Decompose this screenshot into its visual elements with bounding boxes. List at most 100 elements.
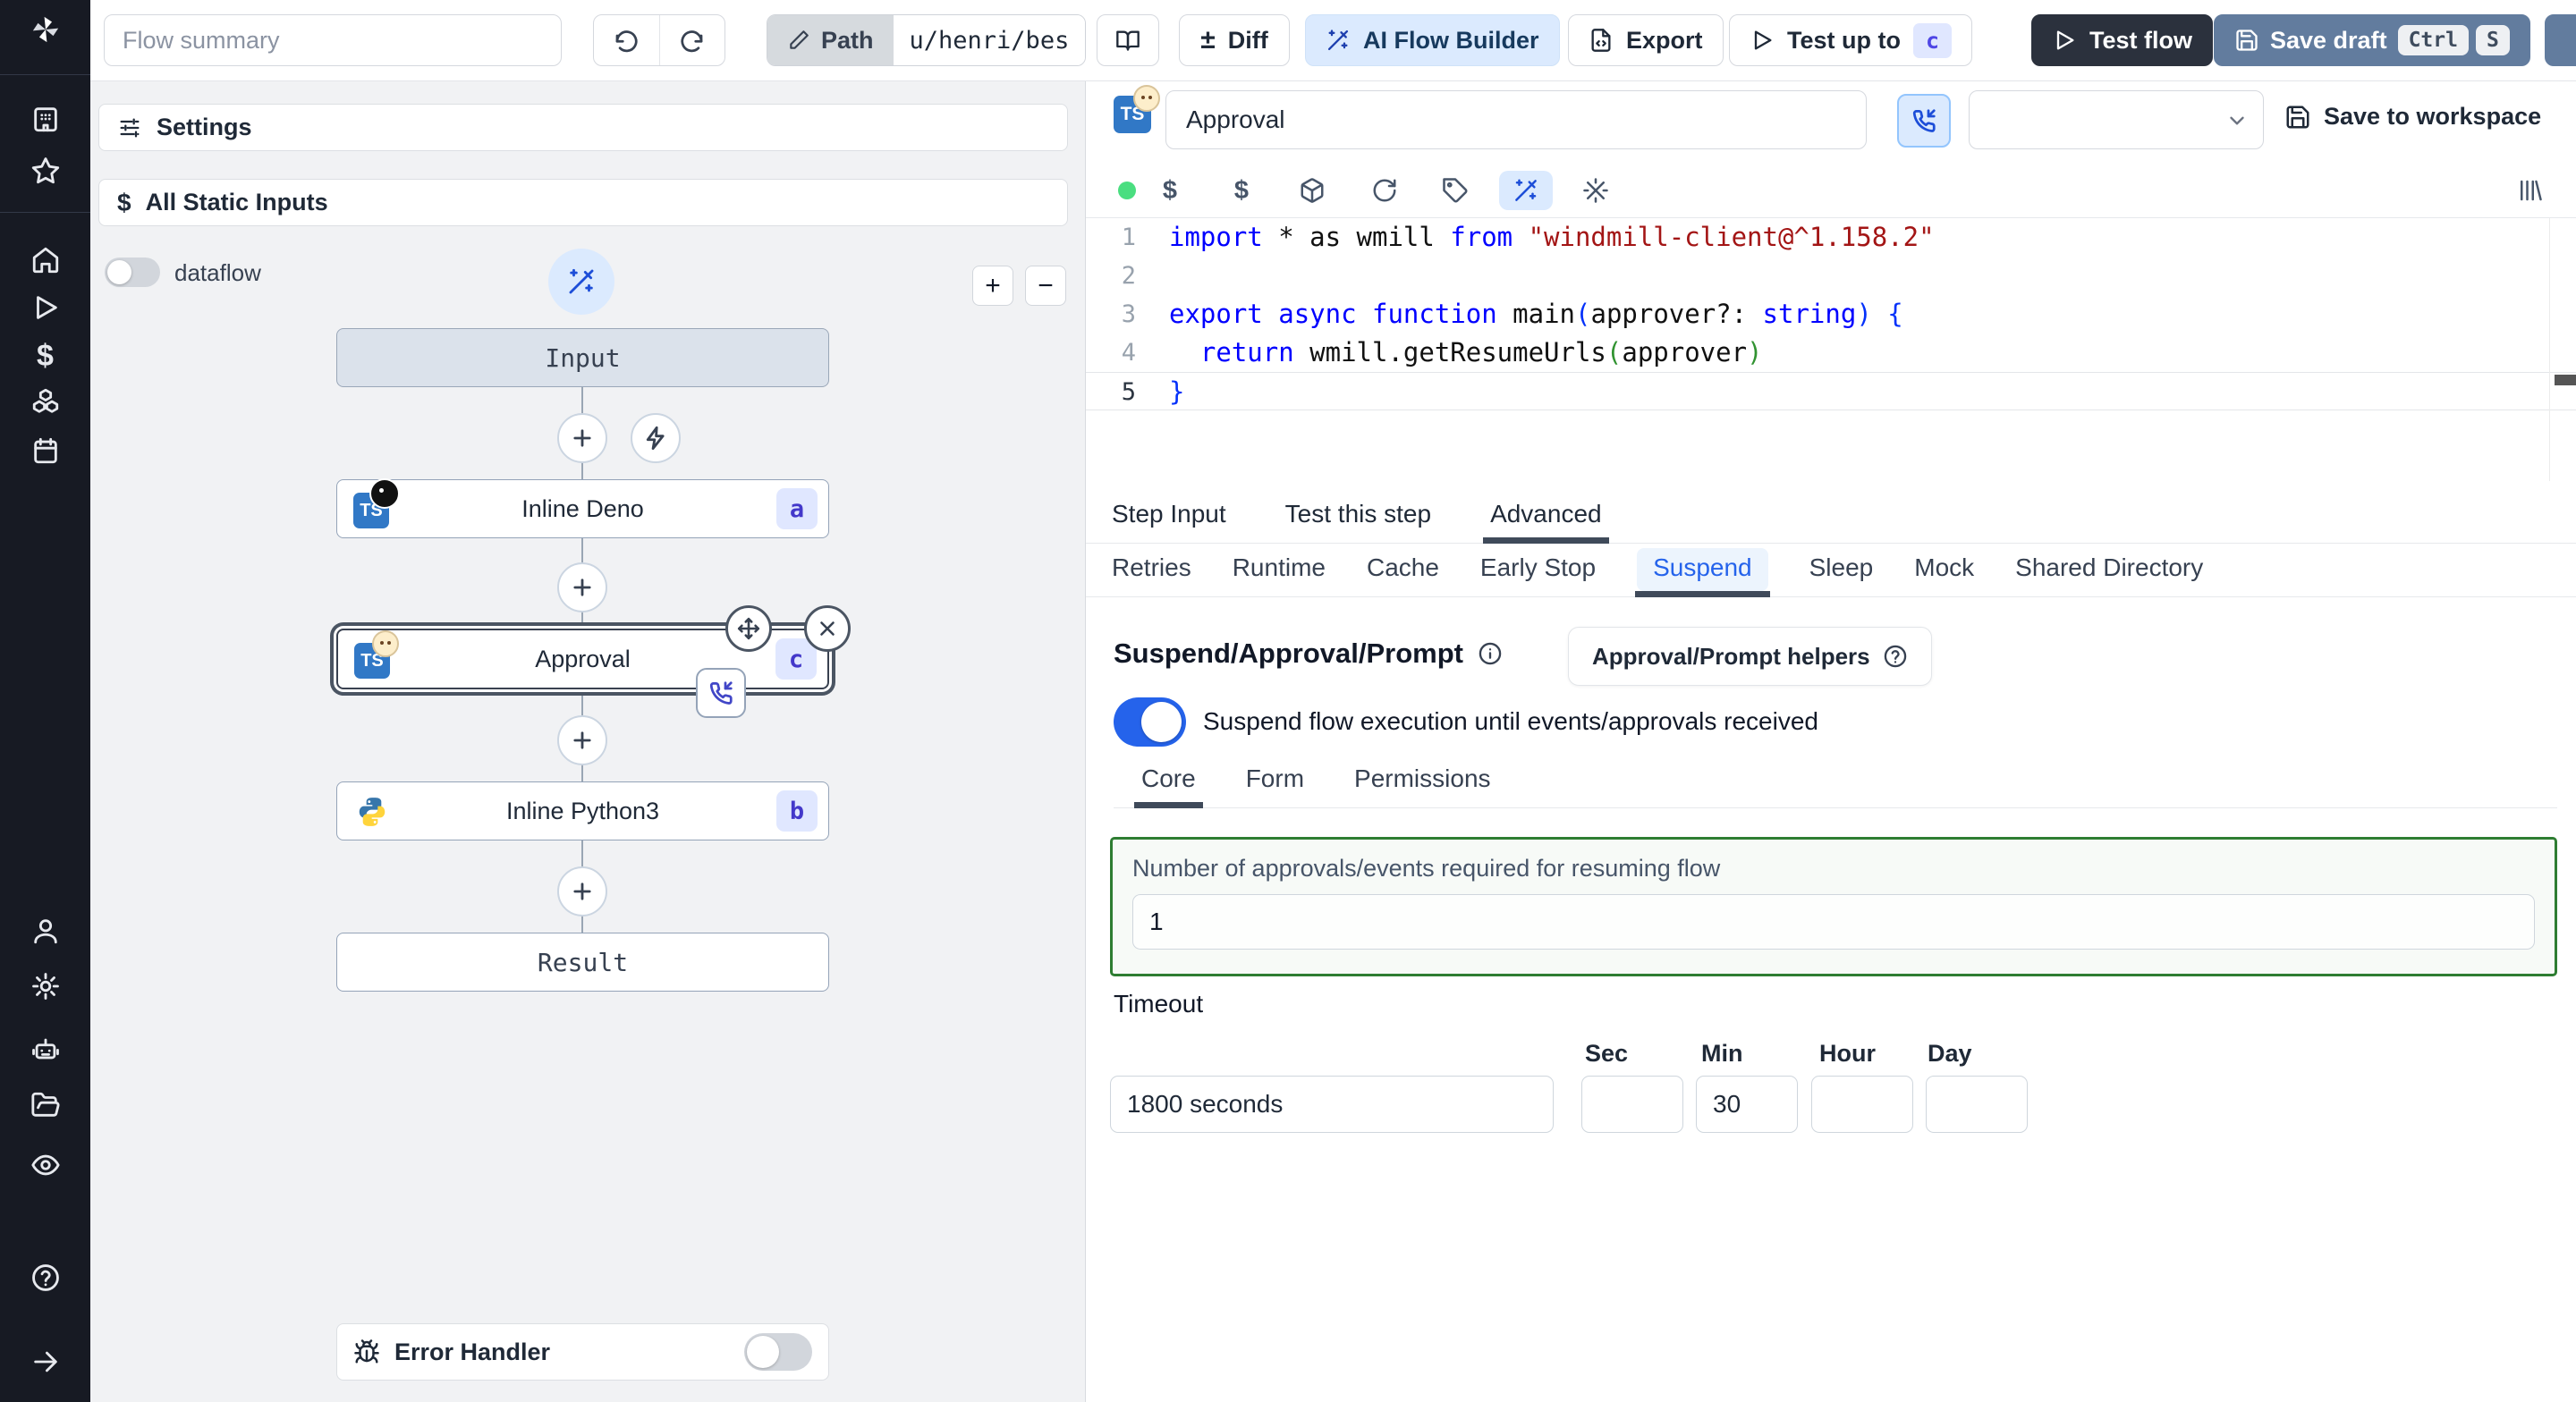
editor-scrollbar[interactable] — [2555, 375, 2576, 385]
tab-test-this-step[interactable]: Test this step — [1285, 500, 1431, 543]
zoom-out-button[interactable]: − — [1025, 266, 1066, 306]
step-id-badge: b — [776, 790, 818, 832]
folders-icon[interactable] — [29, 1088, 63, 1122]
code-line-2[interactable]: 2 — [1086, 257, 2576, 295]
undo-button[interactable] — [594, 15, 659, 65]
chevron-down-icon — [2230, 116, 2244, 125]
code-line-4[interactable]: 4 return wmill.getResumeUrls(approver) — [1086, 334, 2576, 372]
tab-mock[interactable]: Mock — [1914, 553, 1974, 596]
settings-gear-icon[interactable] — [29, 969, 63, 1003]
suspend-approval-indicator[interactable] — [696, 668, 746, 718]
plus-minus-icon: ± — [1200, 25, 1216, 55]
library-columns-icon[interactable] — [2510, 171, 2549, 210]
dollar-var-icon[interactable]: $ — [1150, 171, 1190, 210]
windmill-logo-icon[interactable] — [29, 13, 63, 46]
approval-prompt-helpers-button[interactable]: Approval/Prompt helpers — [1568, 627, 1932, 686]
error-handler-toggle[interactable] — [744, 1333, 812, 1371]
code-line-1[interactable]: 1 import * as wmill from "windmill-client… — [1086, 218, 2576, 257]
flow-summary-input[interactable] — [104, 14, 562, 66]
add-step-button[interactable] — [557, 413, 607, 463]
refresh-icon[interactable] — [1365, 171, 1404, 210]
suspend-phone-button[interactable] — [1897, 94, 1951, 148]
home-icon[interactable] — [29, 243, 63, 277]
code-line-5[interactable]: 5} — [1086, 372, 2576, 410]
flow-node-input[interactable]: Input — [336, 328, 829, 387]
save-draft-button[interactable]: Save draft Ctrl S — [2214, 14, 2530, 66]
add-step-button[interactable] — [557, 562, 607, 612]
deploy-button-partial[interactable] — [2545, 14, 2576, 66]
tab-sleep[interactable]: Sleep — [1809, 553, 1874, 596]
package-box-icon[interactable] — [1292, 171, 1332, 210]
zoom-in-button[interactable]: + — [972, 266, 1013, 306]
tab-cache[interactable]: Cache — [1367, 553, 1439, 596]
timeout-min-input[interactable] — [1696, 1076, 1798, 1133]
expand-arrow-right-icon[interactable] — [29, 1345, 63, 1379]
flow-node-approval-selected[interactable]: TS Approval c — [336, 605, 851, 718]
add-step-button[interactable] — [557, 715, 607, 765]
export-button[interactable]: Export — [1568, 14, 1724, 66]
docs-book-button[interactable] — [1097, 14, 1159, 66]
runs-play-icon[interactable] — [29, 291, 63, 325]
help-question-icon[interactable] — [29, 1261, 63, 1295]
tab-suspend[interactable]: Suspend — [1635, 548, 1770, 597]
sparkles-wand-icon[interactable] — [1576, 171, 1615, 210]
diff-button[interactable]: ± Diff — [1179, 14, 1290, 66]
timeout-seconds-input[interactable] — [1110, 1076, 1554, 1133]
approvals-required-input[interactable] — [1132, 894, 2535, 950]
tab-early-stop[interactable]: Early Stop — [1480, 553, 1596, 596]
tag-icon[interactable] — [1436, 171, 1475, 210]
timeout-unit-label-min: Min — [1701, 1040, 1743, 1067]
dataflow-toggle[interactable] — [105, 258, 160, 287]
code-line-3[interactable]: 3 export async function main(approver?: s… — [1086, 295, 2576, 334]
test-up-to-button[interactable]: Test up to c — [1729, 14, 1973, 66]
add-trigger-button[interactable] — [631, 413, 681, 463]
flow-node-inline-python3[interactable]: Inline Python3 b — [336, 781, 829, 840]
step-name-input[interactable] — [1165, 90, 1867, 149]
status-dot-green-icon — [1118, 182, 1136, 199]
tab-form[interactable]: Form — [1246, 764, 1304, 807]
test-flow-button[interactable]: Test flow — [2031, 14, 2214, 66]
error-handler-row[interactable]: Error Handler — [336, 1323, 829, 1381]
ai-flow-builder-button[interactable]: AI Flow Builder — [1305, 14, 1560, 66]
resources-boxes-icon[interactable] — [29, 384, 63, 418]
timeout-hour-input[interactable] — [1811, 1076, 1913, 1133]
move-step-button[interactable] — [725, 605, 772, 652]
workers-robot-icon[interactable] — [29, 1032, 63, 1066]
schedules-calendar-icon[interactable] — [29, 434, 63, 468]
delete-step-button[interactable] — [804, 605, 851, 652]
variables-dollar-icon[interactable]: $ — [29, 339, 63, 373]
flow-node-inline-deno[interactable]: TS Inline Deno a — [336, 478, 829, 538]
flow-node-result[interactable]: Result — [336, 933, 829, 992]
all-static-inputs-button[interactable]: $ All Static Inputs — [98, 179, 1068, 226]
workspace-building-icon[interactable] — [29, 102, 63, 136]
flow-settings-button[interactable]: Settings — [98, 104, 1068, 151]
tab-retries[interactable]: Retries — [1112, 553, 1191, 596]
tab-runtime[interactable]: Runtime — [1233, 553, 1326, 596]
tab-step-input[interactable]: Step Input — [1112, 500, 1226, 543]
tab-permissions[interactable]: Permissions — [1354, 764, 1490, 807]
redo-button[interactable] — [658, 15, 725, 65]
info-icon[interactable] — [1478, 641, 1503, 666]
code-editor[interactable]: 1 import * as wmill from "windmill-client… — [1086, 218, 2576, 481]
save-to-workspace-button[interactable]: Save to workspace — [2284, 103, 2541, 131]
timeout-sec-input[interactable] — [1581, 1076, 1683, 1133]
section-title: Suspend/Approval/Prompt — [1114, 638, 1463, 669]
dollar-var2-icon[interactable]: $ — [1222, 171, 1261, 210]
script-version-select[interactable] — [1969, 90, 2264, 149]
ai-builder-graph-button[interactable] — [548, 249, 614, 315]
tab-shared-directory[interactable]: Shared Directory — [2015, 553, 2203, 596]
suspend-flow-toggle[interactable] — [1114, 697, 1186, 747]
user-icon[interactable] — [29, 914, 63, 948]
approvals-required-box: Number of approvals/events required for … — [1110, 837, 2557, 976]
play-icon — [2056, 30, 2074, 50]
add-step-button[interactable] — [557, 866, 607, 916]
tab-core[interactable]: Core — [1134, 764, 1203, 808]
tab-advanced[interactable]: Advanced — [1483, 500, 1609, 544]
path-button[interactable]: Path u/henri/bes — [767, 14, 1087, 66]
favorites-star-icon[interactable] — [29, 154, 63, 188]
approvals-required-label: Number of approvals/events required for … — [1132, 855, 1721, 882]
audit-eye-icon[interactable] — [29, 1148, 63, 1182]
book-open-icon — [1116, 30, 1140, 51]
timeout-day-input[interactable] — [1926, 1076, 2028, 1133]
magic-wand-active-icon[interactable] — [1499, 171, 1553, 210]
